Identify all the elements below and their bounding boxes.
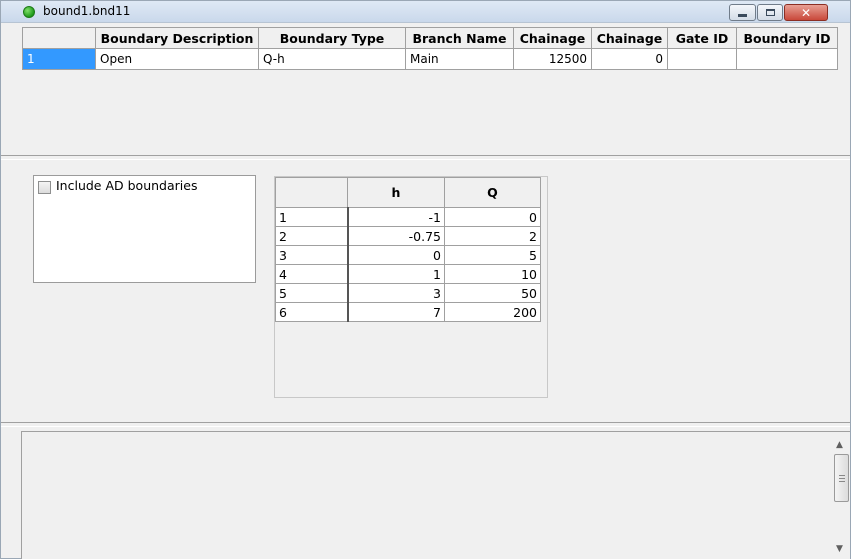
window-title: bound1.bnd11 bbox=[43, 4, 131, 18]
column-header-boundary-description[interactable]: Boundary Description bbox=[95, 27, 259, 49]
title-bar[interactable]: bound1.bnd11 ✕ bbox=[1, 1, 850, 23]
table-row[interactable]: 6 7 200 bbox=[275, 302, 541, 322]
ad-boundaries-panel: Include AD boundaries bbox=[33, 175, 256, 283]
qh-corner-cell[interactable] bbox=[275, 177, 348, 208]
maximize-button[interactable] bbox=[757, 4, 783, 21]
table-row[interactable]: 3 0 5 bbox=[275, 245, 541, 265]
q-cell[interactable]: 5 bbox=[444, 245, 541, 265]
column-header-branch-name[interactable]: Branch Name bbox=[405, 27, 514, 49]
h-cell[interactable]: -0.75 bbox=[347, 226, 445, 246]
include-ad-boundaries-label[interactable]: Include AD boundaries bbox=[56, 178, 197, 193]
q-cell[interactable]: 0 bbox=[444, 207, 541, 227]
boundaries-header-row: Boundary Description Boundary Type Branc… bbox=[22, 27, 838, 49]
boundary-window: bound1.bnd11 ✕ Boundary Description Boun… bbox=[0, 0, 851, 559]
h-cell[interactable]: 7 bbox=[347, 302, 445, 322]
qh-table: h Q 1 -1 0 2 -0.75 2 3 0 5 4 1 10 5 3 50… bbox=[275, 177, 541, 322]
table-row[interactable]: 4 1 10 bbox=[275, 264, 541, 284]
column-header-boundary-id[interactable]: Boundary ID bbox=[736, 27, 838, 49]
h-cell[interactable]: 1 bbox=[347, 264, 445, 284]
branch-name-cell[interactable]: Main bbox=[405, 48, 514, 70]
grip-line bbox=[839, 475, 845, 476]
vertical-scrollbar[interactable]: ▲ ▼ bbox=[833, 432, 850, 559]
table-row[interactable]: 1 -1 0 bbox=[275, 207, 541, 227]
maximize-icon bbox=[765, 9, 775, 16]
q-cell[interactable]: 200 bbox=[444, 302, 541, 322]
scroll-down-icon[interactable]: ▼ bbox=[836, 544, 843, 554]
close-icon: ✕ bbox=[800, 5, 812, 20]
table-row[interactable]: 2 -0.75 2 bbox=[275, 226, 541, 246]
row-number-cell[interactable]: 5 bbox=[275, 283, 349, 303]
h-cell[interactable]: 3 bbox=[347, 283, 445, 303]
h-cell[interactable]: 0 bbox=[347, 245, 445, 265]
scroll-up-icon[interactable]: ▲ bbox=[836, 440, 843, 450]
corner-header-cell[interactable] bbox=[22, 27, 96, 49]
boundary-id-cell[interactable] bbox=[736, 48, 838, 70]
h-cell[interactable]: -1 bbox=[347, 207, 445, 227]
boundaries-table: Boundary Description Boundary Type Branc… bbox=[22, 27, 838, 70]
q-cell[interactable]: 2 bbox=[444, 226, 541, 246]
qh-table-panel: h Q 1 -1 0 2 -0.75 2 3 0 5 4 1 10 5 3 50… bbox=[274, 176, 548, 398]
qh-header-row: h Q bbox=[275, 177, 541, 208]
grip-line bbox=[839, 478, 845, 479]
include-ad-boundaries-checkbox[interactable] bbox=[38, 181, 51, 194]
boundary-type-cell[interactable]: Q-h bbox=[258, 48, 406, 70]
minimize-icon bbox=[738, 14, 747, 17]
column-header-chainage-2[interactable]: Chainage bbox=[591, 27, 668, 49]
scroll-thumb[interactable] bbox=[834, 454, 849, 502]
row-number-cell[interactable]: 3 bbox=[275, 245, 349, 265]
chainage-cell[interactable]: 12500 bbox=[513, 48, 592, 70]
lower-splitter[interactable] bbox=[1, 422, 850, 427]
bottom-panel: ▲ ▼ bbox=[21, 431, 850, 559]
q-cell[interactable]: 50 bbox=[444, 283, 541, 303]
row-number-cell[interactable]: 1 bbox=[275, 207, 349, 227]
table-row[interactable]: 1 Open Q-h Main 12500 0 bbox=[22, 48, 838, 70]
row-number-cell[interactable]: 6 bbox=[275, 302, 349, 322]
chainage-2-cell[interactable]: 0 bbox=[591, 48, 668, 70]
close-button[interactable]: ✕ bbox=[784, 4, 828, 21]
column-header-gate-id[interactable]: Gate ID bbox=[667, 27, 737, 49]
q-cell[interactable]: 10 bbox=[444, 264, 541, 284]
boundary-description-cell[interactable]: Open bbox=[95, 48, 259, 70]
row-number-cell[interactable]: 4 bbox=[275, 264, 349, 284]
column-header-chainage[interactable]: Chainage bbox=[513, 27, 592, 49]
row-number-cell[interactable]: 1 bbox=[22, 48, 96, 70]
column-header-q[interactable]: Q bbox=[444, 177, 541, 208]
row-number-cell[interactable]: 2 bbox=[275, 226, 349, 246]
upper-splitter[interactable] bbox=[1, 155, 850, 160]
status-circle-icon bbox=[23, 6, 35, 18]
grip-line bbox=[839, 481, 845, 482]
column-header-h[interactable]: h bbox=[347, 177, 445, 208]
minimize-button[interactable] bbox=[729, 4, 756, 21]
column-header-boundary-type[interactable]: Boundary Type bbox=[258, 27, 406, 49]
gate-id-cell[interactable] bbox=[667, 48, 737, 70]
table-row[interactable]: 5 3 50 bbox=[275, 283, 541, 303]
